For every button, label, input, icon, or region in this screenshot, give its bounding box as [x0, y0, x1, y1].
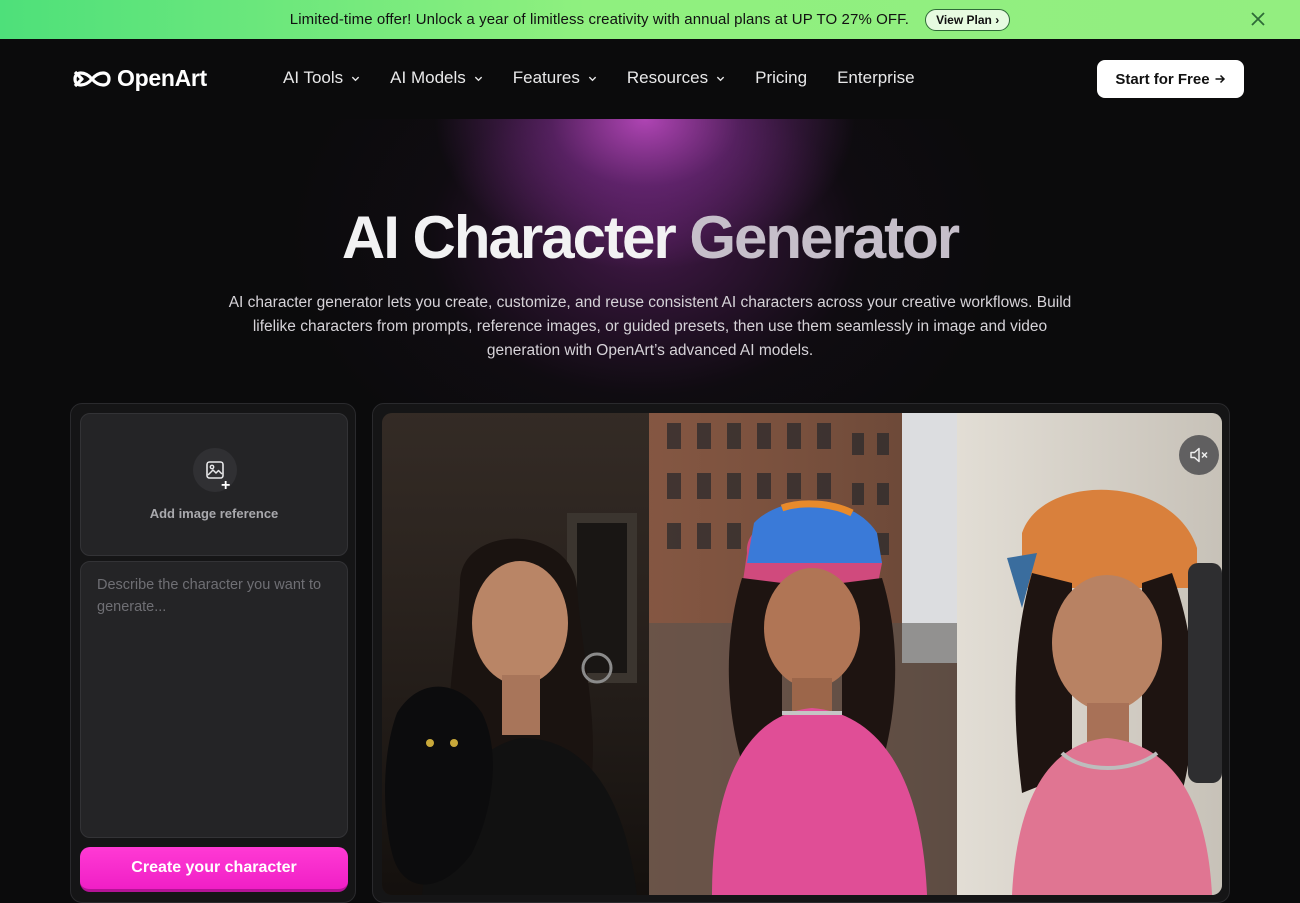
nav-label: Features: [512, 68, 580, 87]
upload-label: Add image reference: [149, 506, 279, 521]
plus-icon: +: [221, 477, 231, 494]
prompt-box: [80, 561, 348, 838]
chevron-down-icon: [588, 76, 596, 81]
view-plan-button[interactable]: View Plan ›: [925, 8, 1011, 31]
volume-muted-icon: [1190, 447, 1208, 463]
create-character-button[interactable]: Create your character: [80, 847, 348, 892]
add-image-reference-dropzone[interactable]: + Add image reference: [80, 413, 348, 556]
nav-item-ai-models[interactable]: AI Models: [390, 68, 483, 88]
page-title: AI Character Generator: [0, 203, 1300, 272]
nav-label: AI Models: [390, 68, 466, 87]
promo-banner: Limited-time offer! Unlock a year of lim…: [0, 0, 1300, 39]
chevron-down-icon: [716, 76, 725, 81]
nav-item-pricing[interactable]: Pricing: [755, 68, 807, 88]
arrow-right-icon: [1215, 74, 1225, 84]
chevron-down-icon: [474, 76, 482, 81]
close-icon[interactable]: [1249, 10, 1267, 28]
main-nav: AI Tools AI Models Features Resources Pr…: [283, 65, 945, 91]
title-part-1: AI Character: [341, 204, 677, 271]
nav-item-features[interactable]: Features: [513, 68, 597, 88]
nav-item-enterprise[interactable]: Enterprise: [837, 68, 914, 88]
character-description-input[interactable]: [97, 574, 331, 825]
hero-section: AI Character Generator AI character gene…: [0, 119, 1300, 419]
preview-video[interactable]: [382, 413, 1222, 895]
promo-text: Limited-time offer! Unlock a year of lim…: [289, 11, 910, 28]
generator-panel: + Add image reference Create your charac…: [70, 403, 356, 903]
cta-label: Start for Free: [1115, 70, 1210, 88]
infinity-logo-icon: [73, 70, 111, 87]
hero-subtitle: AI character generator lets you create, …: [228, 294, 1072, 359]
preview-panel: [372, 403, 1230, 903]
mute-toggle-button[interactable]: [1179, 435, 1219, 475]
nav-label: Pricing: [755, 68, 808, 87]
site-header: OpenArt AI Tools AI Models Features Reso…: [0, 39, 1300, 119]
brand-name: OpenArt: [117, 65, 207, 91]
nav-label: Resources: [626, 68, 709, 87]
nav-label: Enterprise: [837, 68, 915, 87]
chevron-down-icon: [352, 76, 360, 81]
start-for-free-button[interactable]: Start for Free: [1097, 60, 1244, 98]
title-part-2: Generator: [689, 204, 960, 271]
nav-item-ai-tools[interactable]: AI Tools: [283, 68, 360, 88]
image-icon-wrap: [193, 448, 237, 492]
nav-item-resources[interactable]: Resources: [627, 68, 725, 88]
nav-label: AI Tools: [283, 68, 344, 87]
preview-image: [382, 413, 1222, 895]
brand-logo[interactable]: OpenArt: [71, 65, 207, 92]
